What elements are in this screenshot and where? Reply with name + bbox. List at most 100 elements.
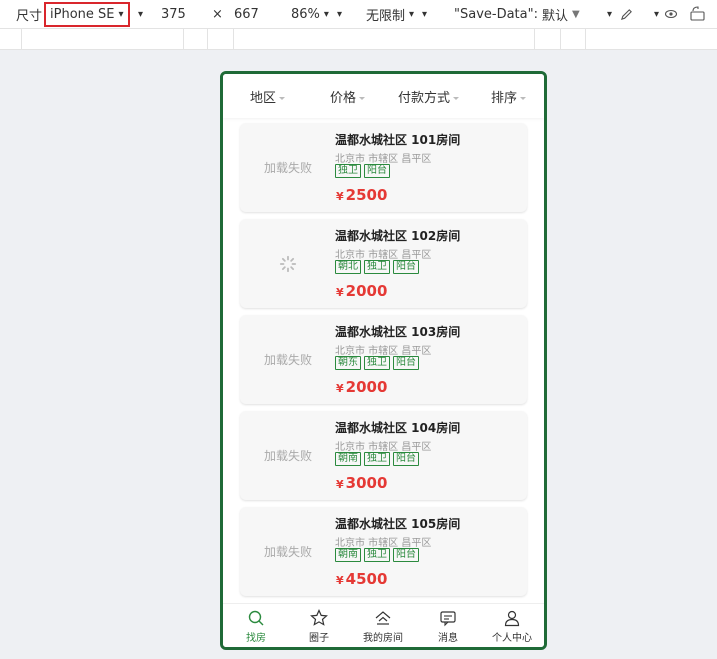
device-toolbar: 尺寸 iPhone SE ▾ ▾ 375 × 667 86% ▾ ▾ 无限制 ▾… [0, 0, 717, 28]
ruler-divider [233, 29, 234, 50]
zoom-value: 86% [291, 6, 320, 22]
listing-list: 加载失败 温都水城社区 101房间 北京市 市辖区 昌平区 独卫 阳台 ¥250… [223, 118, 544, 603]
filter-region[interactable]: 地区 [250, 87, 286, 106]
listing-tag: 独卫 [364, 260, 390, 274]
currency-symbol: ¥ [336, 286, 344, 299]
height-input[interactable]: 667 [234, 0, 259, 28]
savedata-select[interactable]: "Save-Data": 默认 ▼ [454, 0, 580, 28]
listing-tag: 独卫 [364, 452, 390, 466]
caret-down-icon [520, 97, 527, 100]
ruler-divider [207, 29, 208, 50]
chevron-down-icon: ▼ [572, 8, 580, 20]
listing-card[interactable]: 加载失败 温都水城社区 105房间 北京市 市辖区 昌平区 朝南 独卫 阳台 ¥… [240, 507, 527, 596]
caret-down-icon [453, 97, 460, 100]
chevron-down-icon: ▾ [607, 8, 613, 20]
listing-tag: 阳台 [364, 164, 390, 178]
tab-my-room[interactable]: 我的房间 [353, 609, 413, 644]
tab-find-house[interactable]: 找房 [226, 609, 286, 644]
listing-tag: 阳台 [393, 548, 419, 562]
device-name: iPhone SE [50, 6, 115, 22]
listing-price: ¥2500 [336, 186, 387, 204]
device-select-box[interactable]: iPhone SE ▾ [44, 1, 130, 27]
filter-sort[interactable]: 排序 [491, 87, 527, 106]
zoom-select[interactable]: 86% ▾ ▾ [291, 0, 342, 28]
listing-card[interactable]: 加载失败 温都水城社区 103房间 北京市 市辖区 昌平区 朝东 独卫 阳台 ¥… [240, 315, 527, 404]
tab-profile[interactable]: 个人中心 [482, 609, 542, 644]
currency-symbol: ¥ [336, 574, 344, 587]
caret-down-icon [279, 97, 286, 100]
listing-tag: 阳台 [393, 260, 419, 274]
price-value: 3000 [345, 474, 388, 492]
visibility-chevron[interactable]: ▾ [650, 0, 659, 28]
currency-symbol: ¥ [336, 190, 344, 203]
tab-label: 找房 [246, 633, 266, 644]
pen-icon[interactable] [620, 0, 633, 28]
listing-card[interactable]: 加载失败 温都水城社区 104房间 北京市 市辖区 昌平区 朝南 独卫 阳台 ¥… [240, 411, 527, 500]
rotate-icon[interactable] [689, 0, 707, 28]
savedata-label: "Save-Data": [454, 6, 538, 22]
listing-address: 北京市 市辖区 昌平区 [335, 250, 432, 261]
throttle-select[interactable]: 无限制 ▾ ▾ [366, 0, 427, 28]
sensors-chevron[interactable]: ▾ [603, 0, 612, 28]
width-input[interactable]: 375 [161, 0, 186, 28]
listing-address: 北京市 市辖区 昌平区 [335, 442, 432, 453]
chevron-down-icon: ▾ [138, 8, 144, 20]
listing-card[interactable]: 温都水城社区 102房间 北京市 市辖区 昌平区 朝北 独卫 阳台 ¥2000 [240, 219, 527, 308]
tab-label: 消息 [438, 633, 458, 644]
chevron-down-icon: ▾ [118, 8, 124, 20]
listing-title: 温都水城社区 104房间 [335, 421, 461, 435]
tab-messages[interactable]: 消息 [418, 609, 478, 644]
listing-tag: 阳台 [393, 356, 419, 370]
price-value: 4500 [345, 570, 388, 588]
caret-down-icon [359, 97, 366, 100]
listing-tag: 朝东 [335, 356, 361, 370]
listing-tag: 朝南 [335, 452, 361, 466]
currency-symbol: ¥ [336, 478, 344, 491]
listing-tags: 朝南 独卫 阳台 [335, 452, 422, 466]
listing-tags: 朝北 独卫 阳台 [335, 260, 422, 274]
filter-price[interactable]: 价格 [330, 87, 366, 106]
listing-card[interactable]: 加载失败 温都水城社区 101房间 北京市 市辖区 昌平区 独卫 阳台 ¥250… [240, 123, 527, 212]
listing-tags: 朝南 独卫 阳台 [335, 548, 422, 562]
listing-address: 北京市 市辖区 昌平区 [335, 154, 432, 165]
listing-tag: 朝南 [335, 548, 361, 562]
listing-title: 温都水城社区 102房间 [335, 229, 461, 243]
device-select[interactable]: iPhone SE ▾ [44, 0, 130, 28]
filter-label: 排序 [491, 91, 518, 106]
tab-circle[interactable]: 圈子 [289, 609, 349, 644]
filter-label: 价格 [330, 91, 357, 106]
chevron-down-icon: ▾ [336, 8, 342, 20]
ruler-divider [21, 29, 22, 50]
listing-image: 加载失败 [263, 449, 312, 463]
ruler-divider [560, 29, 561, 50]
search-icon [248, 610, 264, 626]
listing-image [240, 219, 336, 308]
chevron-down-icon: ▾ [654, 8, 660, 20]
chevron-down-icon: ▾ [422, 8, 428, 20]
price-value: 2000 [345, 282, 388, 300]
tab-label: 圈子 [309, 633, 329, 644]
listing-price: ¥4500 [336, 570, 387, 588]
loading-spinner-icon [279, 255, 297, 272]
listing-image: 加载失败 [263, 545, 312, 559]
listing-image: 加载失败 [263, 161, 312, 175]
message-icon [440, 611, 456, 627]
dimensions-label: 尺寸 [16, 8, 43, 24]
listing-tag: 朝北 [335, 260, 361, 274]
more-device-chevron[interactable]: ▾ [134, 0, 143, 28]
listing-tags: 独卫 阳台 [335, 164, 393, 178]
bottom-tabbar: 找房 圈子 我的房间 消息 个人中心 [223, 603, 544, 647]
listing-title: 温都水城社区 105房间 [335, 517, 461, 531]
listing-price: ¥2000 [336, 378, 387, 396]
star-icon [310, 609, 328, 626]
listing-address: 北京市 市辖区 昌平区 [335, 538, 432, 549]
throttle-value: 无限制 [366, 8, 406, 24]
filter-payment[interactable]: 付款方式 [398, 87, 460, 106]
phone-viewport: 地区 价格 付款方式 排序 加载失败 温都水城社区 101房间 北京市 市辖区 … [220, 71, 547, 650]
ruler-divider [183, 29, 184, 50]
listing-tags: 朝东 独卫 阳台 [335, 356, 422, 370]
filter-label: 付款方式 [398, 91, 451, 106]
eye-icon[interactable] [664, 0, 678, 28]
listing-title: 温都水城社区 103房间 [335, 325, 461, 339]
ruler-divider [585, 29, 586, 50]
